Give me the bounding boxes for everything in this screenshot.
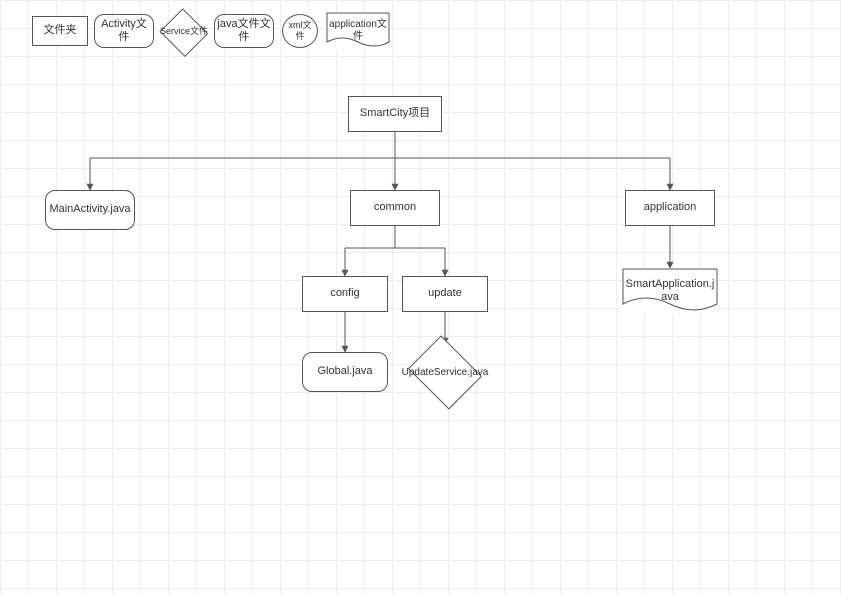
legend-folder-label: 文件夹 [44, 24, 77, 37]
legend-application[interactable]: application文件 [326, 12, 390, 50]
node-smart-application-label: SmartApplication.java [624, 278, 716, 304]
node-common-label: common [374, 201, 416, 214]
node-config-label: config [330, 287, 359, 300]
node-root-label: SmartCity项目 [360, 107, 430, 120]
legend-service-label: Service文件 [160, 27, 208, 37]
legend-folder[interactable]: 文件夹 [32, 16, 88, 46]
legend-java[interactable]: java文件文件 [214, 14, 274, 48]
legend-xml-label: xml文件 [285, 20, 315, 42]
node-global-java-label: Global.java [317, 365, 372, 378]
legend-activity-label: Activity文件 [97, 18, 151, 44]
node-common[interactable]: common [350, 190, 440, 226]
node-update-service[interactable]: UpdateService.java [405, 340, 485, 404]
node-main-activity[interactable]: MainActivity.java [45, 190, 135, 230]
node-smart-application[interactable]: SmartApplication.java [622, 268, 718, 314]
node-main-activity-label: MainActivity.java [49, 203, 130, 216]
node-update-label: update [428, 287, 462, 300]
node-update-service-label: UpdateService.java [402, 367, 489, 378]
legend-java-label: java文件文件 [217, 18, 271, 44]
legend-activity[interactable]: Activity文件 [94, 14, 154, 48]
node-application-label: application [644, 201, 697, 214]
node-application[interactable]: application [625, 190, 715, 226]
node-global-java[interactable]: Global.java [302, 352, 388, 392]
node-update[interactable]: update [402, 276, 488, 312]
legend-xml[interactable]: xml文件 [282, 14, 318, 48]
legend-service[interactable]: Service文件 [160, 10, 208, 54]
node-root[interactable]: SmartCity项目 [348, 96, 442, 132]
legend-application-label: application文件 [328, 19, 388, 43]
node-config[interactable]: config [302, 276, 388, 312]
